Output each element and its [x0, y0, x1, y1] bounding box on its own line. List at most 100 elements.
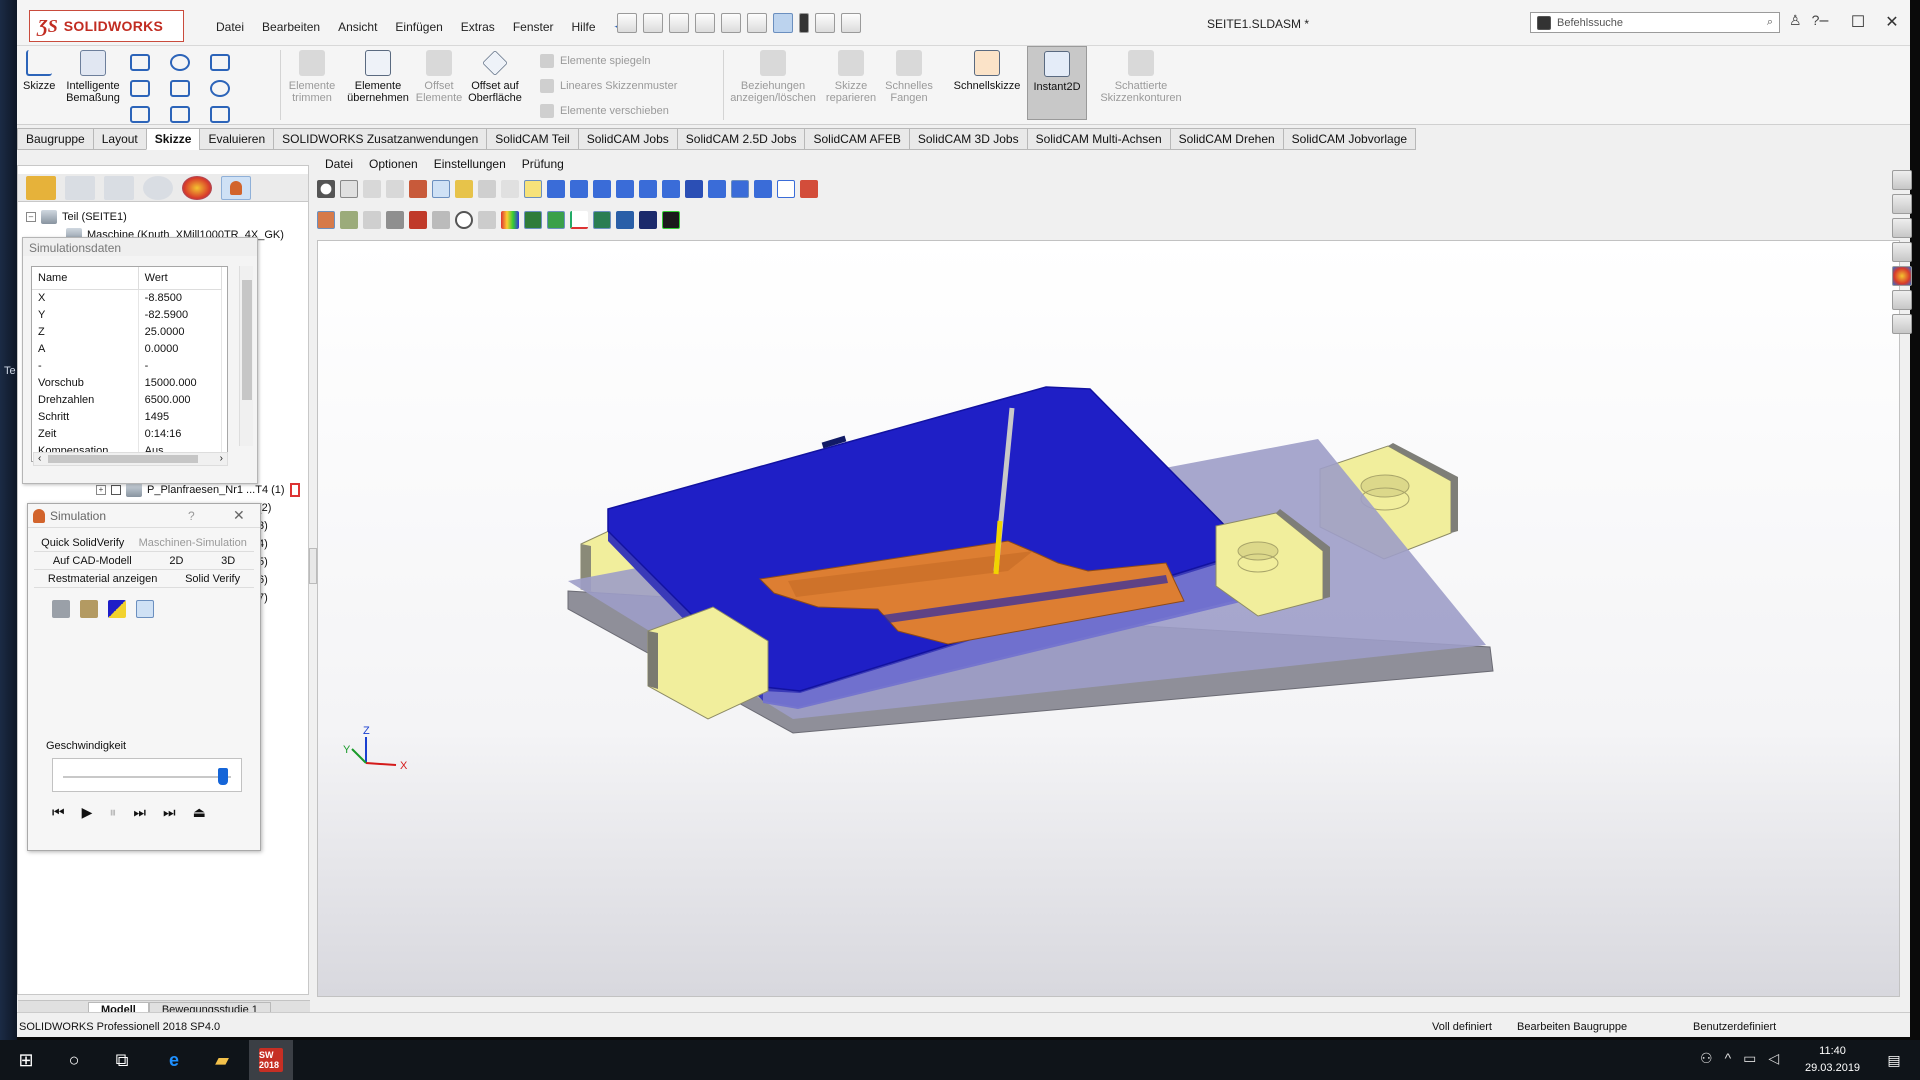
- feature-tree-icon[interactable]: [65, 175, 95, 200]
- offset-entities-button[interactable]: Offset Elemente: [416, 50, 462, 104]
- cortana-icon[interactable]: ○: [60, 1046, 88, 1074]
- mirror-button[interactable]: Elemente spiegeln: [540, 54, 651, 68]
- tab-skizze[interactable]: Skizze: [145, 128, 201, 150]
- view-palette-icon[interactable]: [1892, 242, 1912, 262]
- tool-holder-icon[interactable]: [80, 600, 98, 618]
- speed-slider[interactable]: [52, 758, 242, 792]
- slot-icon[interactable]: [130, 106, 150, 123]
- column-header-name[interactable]: Name: [32, 267, 139, 290]
- print-icon[interactable]: [721, 13, 741, 33]
- open-icon[interactable]: [669, 13, 689, 33]
- file-properties-icon[interactable]: [815, 13, 835, 33]
- pan-icon[interactable]: [363, 180, 381, 198]
- offset-surface-button[interactable]: Offset auf Oberfläche: [464, 50, 526, 104]
- close-button[interactable]: ✕: [233, 507, 245, 524]
- display-mode-icon[interactable]: [800, 180, 818, 198]
- view-left-icon[interactable]: [593, 180, 611, 198]
- notifications-icon[interactable]: ▤: [1880, 1046, 1908, 1074]
- home-task-icon[interactable]: [1892, 170, 1912, 190]
- slider-knob[interactable]: [217, 768, 228, 785]
- scrollbar-thumb[interactable]: [48, 455, 198, 463]
- skizze-button[interactable]: Skizze: [23, 50, 55, 92]
- step-back-icon[interactable]: ⏮: [52, 804, 65, 821]
- clamp-icon[interactable]: [386, 211, 404, 229]
- play-icon[interactable]: ▶: [82, 804, 93, 821]
- tab-solidcam-multiachsen[interactable]: SolidCAM Multi-Achsen: [1026, 128, 1171, 150]
- holder-visible-icon[interactable]: [547, 211, 565, 229]
- people-icon[interactable]: ⚇: [1700, 1050, 1713, 1067]
- tab-cad-model[interactable]: Auf CAD-Modell: [53, 555, 132, 567]
- spline-icon[interactable]: [210, 54, 230, 71]
- view-top-icon[interactable]: [639, 180, 657, 198]
- custom-properties-icon[interactable]: [1892, 290, 1912, 310]
- repair-sketch-button[interactable]: Skizze reparieren: [823, 50, 879, 104]
- scroll-left-icon[interactable]: ‹: [38, 453, 41, 465]
- arc-icon[interactable]: [170, 80, 190, 97]
- trim-button[interactable]: Elemente trimmen: [285, 50, 339, 104]
- section-icon[interactable]: [478, 180, 496, 198]
- minimize-icon[interactable]: –: [1814, 12, 1834, 32]
- fillet-icon[interactable]: [170, 106, 190, 123]
- refresh-icon[interactable]: [455, 211, 473, 229]
- tab-2d[interactable]: 2D: [169, 555, 183, 567]
- search-icon[interactable]: ⌕: [1767, 16, 1773, 29]
- text-icon[interactable]: [210, 106, 230, 123]
- simulation-panel-icon[interactable]: [221, 175, 251, 200]
- target-icon[interactable]: [340, 211, 358, 229]
- pause-icon[interactable]: ⏸: [109, 804, 116, 821]
- design-library-icon[interactable]: [1892, 194, 1912, 214]
- tab-solid-verify[interactable]: Solid Verify: [185, 573, 240, 585]
- quick-snaps-button[interactable]: Schnelles Fangen: [883, 50, 935, 104]
- measure-icon[interactable]: [455, 180, 473, 198]
- linear-pattern-button[interactable]: Lineares Skizzenmuster: [540, 79, 677, 93]
- file-explorer-taskbar-icon[interactable]: ▰: [208, 1046, 236, 1074]
- appearances-icon[interactable]: [1892, 266, 1912, 286]
- screen-capture-icon[interactable]: [662, 211, 680, 229]
- menu-hilfe[interactable]: Hilfe: [563, 18, 605, 36]
- unit-system[interactable]: Benutzerdefiniert: [1693, 1021, 1776, 1033]
- reset-icon[interactable]: [478, 211, 496, 229]
- menu-datei[interactable]: Datei: [207, 18, 253, 36]
- turret-icon[interactable]: [639, 211, 657, 229]
- tab-rest-material[interactable]: Restmaterial anzeigen: [48, 573, 157, 585]
- panel-splitter[interactable]: [309, 548, 317, 584]
- column-header-value[interactable]: Wert: [138, 267, 223, 290]
- home-icon[interactable]: [617, 13, 637, 33]
- user-icon[interactable]: ♙: [1789, 12, 1802, 29]
- gear-icon[interactable]: [841, 13, 861, 33]
- operation-checkbox[interactable]: [111, 485, 121, 495]
- tab-solidcam-3d[interactable]: SolidCAM 3D Jobs: [908, 128, 1028, 150]
- eject-icon[interactable]: ⏏: [193, 804, 206, 821]
- tab-evaluieren[interactable]: Evaluieren: [199, 128, 275, 150]
- rotate-icon[interactable]: [386, 180, 404, 198]
- tab-machine-simulation[interactable]: Maschinen-Simulation: [139, 537, 247, 549]
- menu-extras[interactable]: Extras: [452, 18, 504, 36]
- network-icon[interactable]: ▭: [1743, 1050, 1756, 1067]
- edge-icon[interactable]: e: [160, 1046, 188, 1074]
- tool-path-icon[interactable]: [52, 600, 70, 618]
- tab-solidcam-afeb[interactable]: SolidCAM AFEB: [804, 128, 910, 150]
- stock-icon[interactable]: [317, 211, 335, 229]
- smart-dimension-button[interactable]: Intelligente Bemaßung: [63, 50, 123, 104]
- tool-visible-icon[interactable]: [524, 211, 542, 229]
- taskbar-clock[interactable]: 11:40 29.03.2019: [1805, 1043, 1860, 1077]
- machine-setup-icon[interactable]: [616, 211, 634, 229]
- appearance-icon[interactable]: [182, 175, 212, 200]
- light-icon[interactable]: [524, 180, 542, 198]
- configuration-icon[interactable]: [143, 175, 173, 200]
- display-transparent-icon[interactable]: [754, 180, 772, 198]
- select-icon[interactable]: [432, 180, 450, 198]
- move-button[interactable]: Elemente verschieben: [540, 104, 669, 118]
- view-back-icon[interactable]: [570, 180, 588, 198]
- volume-icon[interactable]: ◁: [1768, 1050, 1779, 1067]
- circle-icon[interactable]: [170, 54, 190, 71]
- color-mode-icon[interactable]: [108, 600, 126, 618]
- graphics-area[interactable]: Z X Y: [317, 240, 1900, 997]
- traffic-light-icon[interactable]: [799, 13, 809, 33]
- simulation-data-toggle-icon[interactable]: [136, 600, 154, 618]
- tab-solidcam-drehen[interactable]: SolidCAM Drehen: [1169, 128, 1284, 150]
- color-by-tool-icon[interactable]: [501, 211, 519, 229]
- polygon-icon[interactable]: [210, 80, 230, 97]
- axis-icon[interactable]: [570, 211, 588, 229]
- view-front-icon[interactable]: [547, 180, 565, 198]
